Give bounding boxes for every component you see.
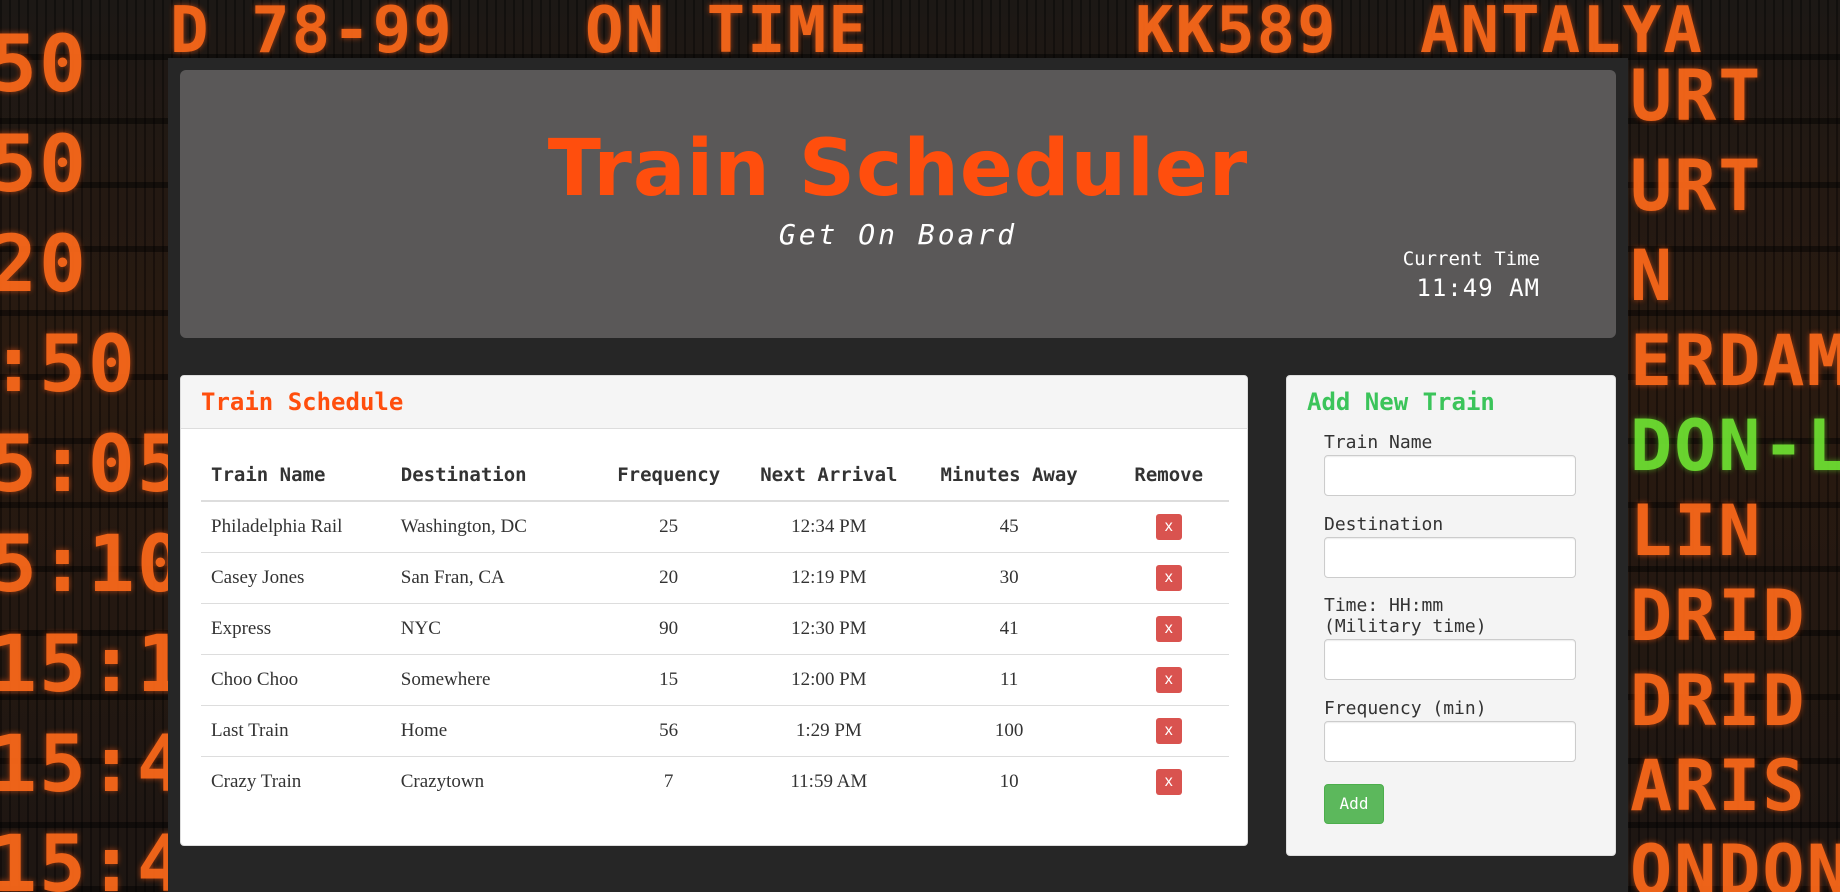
remove-cell: x — [1108, 757, 1229, 808]
remove-train-button[interactable]: x — [1155, 616, 1182, 642]
frequency-cell: 90 — [589, 603, 748, 655]
page-title: Train Scheduler — [547, 124, 1249, 214]
destination-cell: Somewhere — [390, 654, 590, 706]
minutes-away-cell: 10 — [999, 771, 1019, 792]
main-container: Train Scheduler Get On Board Current Tim… — [168, 58, 1628, 892]
board-text: LIN — [1630, 490, 1763, 572]
train-name-label: Train Name — [1324, 432, 1433, 453]
board-text: N — [1630, 235, 1675, 317]
remove-cell: x — [1108, 552, 1229, 604]
board-text: 50 — [0, 120, 88, 210]
board-text: 15:4 — [0, 720, 186, 810]
destination-input[interactable] — [1324, 537, 1576, 578]
board-text: 50 — [0, 20, 88, 110]
column-header-minutes-away: Minutes Away — [909, 449, 1109, 502]
column-header-destination: Destination — [390, 449, 590, 502]
frequency-cell: 25 — [589, 501, 748, 553]
page-subtitle: Get On Board — [778, 218, 1018, 251]
time-label: Time: HH:mm — [1324, 595, 1444, 616]
minutes-away-cell: 100 — [909, 705, 1109, 757]
frequency-cell: 7 — [663, 771, 674, 792]
board-text: 20 — [0, 220, 88, 310]
destination-cell: NYC — [390, 603, 590, 655]
remove-cell: x — [1108, 603, 1229, 655]
frequency-group: Frequency (min) — [1324, 698, 1576, 762]
train-name-cell: Crazy Train — [211, 771, 302, 792]
remove-cell: x — [1108, 705, 1229, 757]
frequency-cell: 56 — [589, 705, 748, 757]
train-schedule-panel: Train Schedule Train Name Destination Fr… — [180, 375, 1248, 846]
table-row: Philadelphia Rail Washington, DC 25 12:3… — [201, 501, 1229, 553]
remove-cell: x — [1108, 501, 1229, 553]
column-header-train-name: Train Name — [201, 449, 391, 502]
current-time-value: 11:49 AM — [1416, 274, 1540, 302]
train-name-input[interactable] — [1324, 455, 1576, 496]
board-text: ONDON — [1630, 830, 1840, 892]
first-train-time-input[interactable] — [1324, 639, 1576, 680]
board-text: 15:4 — [0, 820, 186, 892]
train-name-cell: Choo Choo — [201, 654, 391, 706]
next-arrival-cell: 12:19 PM — [747, 552, 910, 604]
remove-train-button[interactable]: x — [1155, 667, 1182, 693]
first-train-time-group: Time: HH:mm (Military time) — [1324, 595, 1576, 680]
next-arrival-cell: 12:00 PM — [747, 654, 910, 706]
board-text: URT — [1630, 145, 1763, 227]
add-train-button[interactable]: Add — [1324, 784, 1384, 824]
train-name-cell: Philadelphia Rail — [201, 501, 391, 553]
destination-cell: San Fran, CA — [390, 552, 590, 604]
current-time-label: Current Time — [1402, 248, 1540, 270]
table-row: Casey Jones San Fran, CA 20 12:19 PM 30 … — [201, 552, 1229, 604]
destination-cell: Home — [390, 705, 590, 757]
remove-cell: x — [1108, 654, 1229, 706]
remove-train-button[interactable]: x — [1155, 565, 1182, 591]
train-schedule-heading: Train Schedule — [181, 376, 1247, 429]
frequency-cell: 20 — [589, 552, 748, 604]
train-name-cell: Casey Jones — [201, 552, 391, 604]
add-train-heading: Add New Train — [1287, 376, 1615, 428]
column-header-next-arrival: Next Arrival — [747, 449, 910, 502]
remove-train-button[interactable]: x — [1155, 718, 1182, 744]
board-text: DRID — [1630, 575, 1807, 657]
time-label-hint: (Military time) — [1324, 616, 1487, 637]
table-row: Crazy Train Crazytown 7 11:59 AM 10 x — [201, 757, 1229, 808]
board-text: ERDAM — [1630, 320, 1840, 402]
column-header-remove: Remove — [1108, 449, 1229, 502]
minutes-away-cell: 45 — [909, 501, 1109, 553]
board-text: :50 — [0, 320, 137, 410]
frequency-label: Frequency (min) — [1324, 698, 1487, 719]
train-schedule-table: Train Name Destination Frequency Next Ar… — [201, 449, 1229, 807]
current-time-display: Current Time 11:49 AM — [1403, 248, 1540, 302]
board-text: 5:05 — [0, 420, 186, 510]
frequency-input[interactable] — [1324, 721, 1576, 762]
board-text: ARIS — [1630, 745, 1807, 827]
table-row: Last Train Home 56 1:29 PM 100 x — [201, 705, 1229, 757]
next-arrival-cell: 12:34 PM — [747, 501, 910, 553]
train-name-cell: Express — [201, 603, 391, 655]
table-header-row: Train Name Destination Frequency Next Ar… — [201, 449, 1229, 502]
board-text: DRID — [1630, 660, 1807, 742]
column-header-frequency: Frequency — [589, 449, 748, 502]
next-arrival-cell: 11:59 AM — [790, 771, 868, 792]
remove-train-button[interactable]: x — [1155, 514, 1182, 540]
destination-group: Destination — [1324, 514, 1576, 578]
destination-label: Destination — [1324, 514, 1444, 535]
board-text: URT — [1630, 55, 1763, 137]
board-text: DON-LUTO — [1630, 405, 1840, 487]
minutes-away-cell: 30 — [909, 552, 1109, 604]
add-train-panel: Add New Train Train Name Destination Tim… — [1286, 375, 1616, 856]
destination-cell: Crazytown — [400, 771, 485, 792]
remove-train-button[interactable]: x — [1155, 769, 1182, 795]
next-arrival-cell: 12:30 PM — [747, 603, 910, 655]
minutes-away-cell: 41 — [909, 603, 1109, 655]
destination-cell: Washington, DC — [390, 501, 590, 553]
header-jumbotron: Train Scheduler Get On Board Current Tim… — [180, 70, 1616, 338]
table-row: Express NYC 90 12:30 PM 41 x — [201, 603, 1229, 655]
table-row: Choo Choo Somewhere 15 12:00 PM 11 x — [201, 654, 1229, 706]
frequency-cell: 15 — [589, 654, 748, 706]
next-arrival-cell: 1:29 PM — [747, 705, 910, 757]
train-name-group: Train Name — [1324, 432, 1576, 496]
train-name-cell: Last Train — [201, 705, 391, 757]
board-text: 5:10 — [0, 520, 186, 610]
minutes-away-cell: 11 — [909, 654, 1109, 706]
